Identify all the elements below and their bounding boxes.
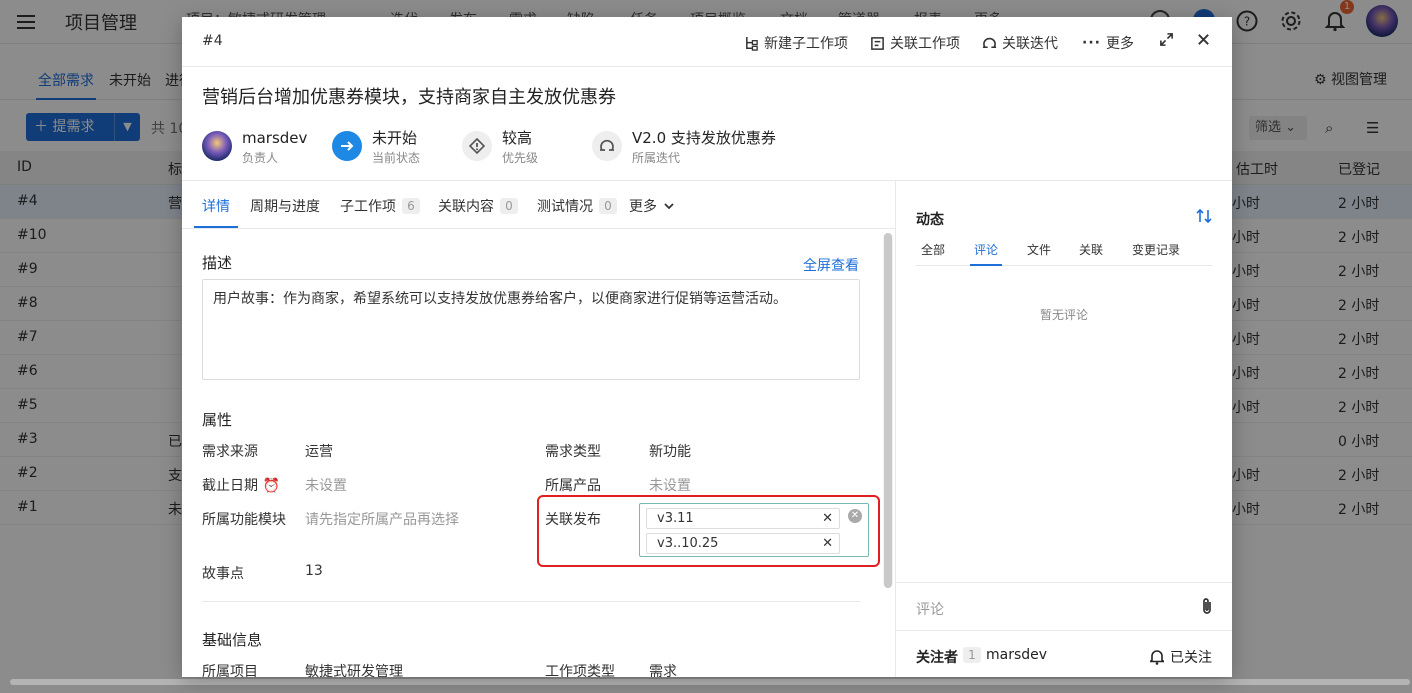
tab-tests[interactable]: 测试情况 0 bbox=[537, 196, 617, 216]
project-label: 所属项目 bbox=[202, 664, 258, 677]
comment-input[interactable]: 评论 bbox=[896, 582, 1232, 630]
activity-tabs-divider bbox=[916, 265, 1212, 266]
modal-header: #4 新建子工作项 关联工作项 关联迭代 ··· 更多 bbox=[182, 17, 1232, 67]
type-value[interactable]: 新功能 bbox=[649, 441, 691, 461]
followers-label: 关注者 bbox=[916, 650, 958, 666]
sort-icon[interactable] bbox=[1196, 208, 1212, 227]
deadline-value[interactable]: 未设置 bbox=[305, 475, 347, 495]
story-points-label: 故事点 bbox=[202, 566, 244, 582]
type-label: 需求类型 bbox=[545, 444, 601, 460]
follower-name[interactable]: marsdev bbox=[986, 647, 1047, 663]
iteration-field[interactable]: V2.0 支持发放优惠券 所属迭代 bbox=[592, 128, 776, 168]
tab-cycle[interactable]: 周期与进度 bbox=[250, 196, 320, 216]
activity-tab-all[interactable]: 全部 bbox=[921, 241, 945, 258]
link-work-item-button[interactable]: 关联工作项 bbox=[870, 33, 960, 53]
basic-info-title: 基础信息 bbox=[202, 631, 263, 649]
close-icon[interactable]: ✕ bbox=[822, 534, 833, 553]
iteration-icon bbox=[592, 131, 622, 161]
deadline-label: 截止日期 ⏰ bbox=[202, 478, 280, 494]
owner-field[interactable]: marsdev 负责人 bbox=[202, 128, 307, 168]
detail-scroll-thumb[interactable] bbox=[884, 233, 892, 588]
follow-toggle-button[interactable]: 已关注 bbox=[1150, 647, 1212, 667]
tab-children[interactable]: 子工作项 6 bbox=[340, 196, 420, 216]
more-actions-button[interactable]: ··· 更多 bbox=[1082, 33, 1134, 53]
release-label: 关联发布 bbox=[545, 512, 601, 528]
properties-title: 属性 bbox=[202, 411, 233, 429]
bell-icon bbox=[1150, 650, 1164, 665]
close-icon[interactable]: ✕ bbox=[822, 509, 833, 528]
work-item-modal: #4 新建子工作项 关联工作项 关联迭代 ··· 更多 营销后台增加优惠券模块，… bbox=[182, 17, 1232, 677]
alarm-clock-icon: ⏰ bbox=[262, 478, 280, 494]
arrow-right-icon bbox=[332, 131, 362, 161]
module-value[interactable]: 请先指定所属产品再选择 bbox=[305, 509, 459, 529]
section-divider bbox=[202, 601, 860, 602]
work-item-id: #4 bbox=[202, 33, 223, 49]
link-item-icon bbox=[871, 36, 884, 50]
empty-comments-message: 暂无评论 bbox=[1039, 308, 1088, 322]
project-value: 敏捷式研发管理 bbox=[305, 664, 403, 677]
followers-bar: 关注者 1 marsdev 已关注 bbox=[896, 630, 1232, 677]
activity-tab-changelog[interactable]: 变更记录 bbox=[1132, 241, 1180, 258]
activity-tab-underline bbox=[970, 264, 1002, 266]
clear-all-icon[interactable]: ✕ bbox=[848, 509, 862, 523]
iteration-icon bbox=[982, 37, 997, 48]
expand-icon[interactable] bbox=[1159, 32, 1174, 47]
attachment-icon[interactable] bbox=[1200, 597, 1214, 619]
detail-tabs: 详情 周期与进度 子工作项 6 关联内容 0 测试情况 0 更多 bbox=[182, 181, 896, 229]
activity-tab-files[interactable]: 文件 bbox=[1027, 241, 1051, 258]
release-multiselect[interactable]: v3.11 ✕ v3..10.25 ✕ ✕ bbox=[639, 503, 869, 557]
module-label: 所属功能模块 bbox=[202, 512, 286, 528]
work-item-title[interactable]: 营销后台增加优惠券模块，支持商家自主发放优惠券 bbox=[202, 83, 616, 109]
active-tab-underline bbox=[194, 226, 238, 228]
description-editor[interactable]: 用户故事：作为商家，希望系统可以支持发放优惠券给客户，以便商家进行促销等运营活动… bbox=[202, 279, 860, 380]
fullscreen-view-link[interactable]: 全屏查看 bbox=[803, 255, 859, 275]
item-type-value: 需求 bbox=[649, 664, 677, 677]
story-points-value[interactable]: 13 bbox=[305, 563, 323, 579]
horizontal-scrollbar[interactable] bbox=[10, 679, 1410, 685]
product-value[interactable]: 未设置 bbox=[649, 475, 691, 495]
chevron-down-icon bbox=[664, 203, 674, 210]
owner-avatar bbox=[202, 131, 232, 161]
new-child-item-button[interactable]: 新建子工作项 bbox=[744, 33, 848, 53]
close-icon[interactable] bbox=[1196, 32, 1211, 47]
tab-detail[interactable]: 详情 bbox=[202, 196, 230, 216]
product-label: 所属产品 bbox=[545, 478, 601, 494]
activity-title: 动态 bbox=[916, 212, 944, 228]
detail-panel: 详情 周期与进度 子工作项 6 关联内容 0 测试情况 0 更多 描述 全屏查看 用户… bbox=[182, 180, 896, 677]
source-value[interactable]: 运营 bbox=[305, 441, 333, 461]
activity-tab-links[interactable]: 关联 bbox=[1079, 241, 1103, 258]
item-type-label: 工作项类型 bbox=[545, 664, 615, 677]
activity-panel: 动态 全部 评论 文件 关联 变更记录 暂无评论 评论 关注者 1 marsde… bbox=[896, 180, 1232, 677]
release-tag: v3.11 ✕ bbox=[646, 508, 840, 529]
priority-icon bbox=[462, 131, 492, 161]
description-title: 描述 bbox=[202, 254, 233, 272]
tab-more[interactable]: 更多 bbox=[629, 196, 675, 216]
comment-placeholder: 评论 bbox=[916, 602, 944, 618]
release-tag: v3..10.25 ✕ bbox=[646, 533, 840, 554]
activity-tab-comments[interactable]: 评论 bbox=[974, 241, 998, 258]
status-field[interactable]: 未开始 当前状态 bbox=[332, 128, 420, 168]
children-count: 6 bbox=[402, 198, 420, 214]
tests-count: 0 bbox=[599, 198, 617, 214]
tab-related[interactable]: 关联内容 0 bbox=[438, 196, 518, 216]
ellipsis-icon: ··· bbox=[1082, 35, 1101, 51]
priority-field[interactable]: 较高 优先级 bbox=[462, 128, 538, 168]
source-label: 需求来源 bbox=[202, 444, 258, 460]
link-iteration-button[interactable]: 关联迭代 bbox=[982, 33, 1058, 53]
followers-count: 1 bbox=[963, 647, 981, 663]
subtask-icon bbox=[746, 36, 758, 51]
related-count: 0 bbox=[500, 198, 518, 214]
